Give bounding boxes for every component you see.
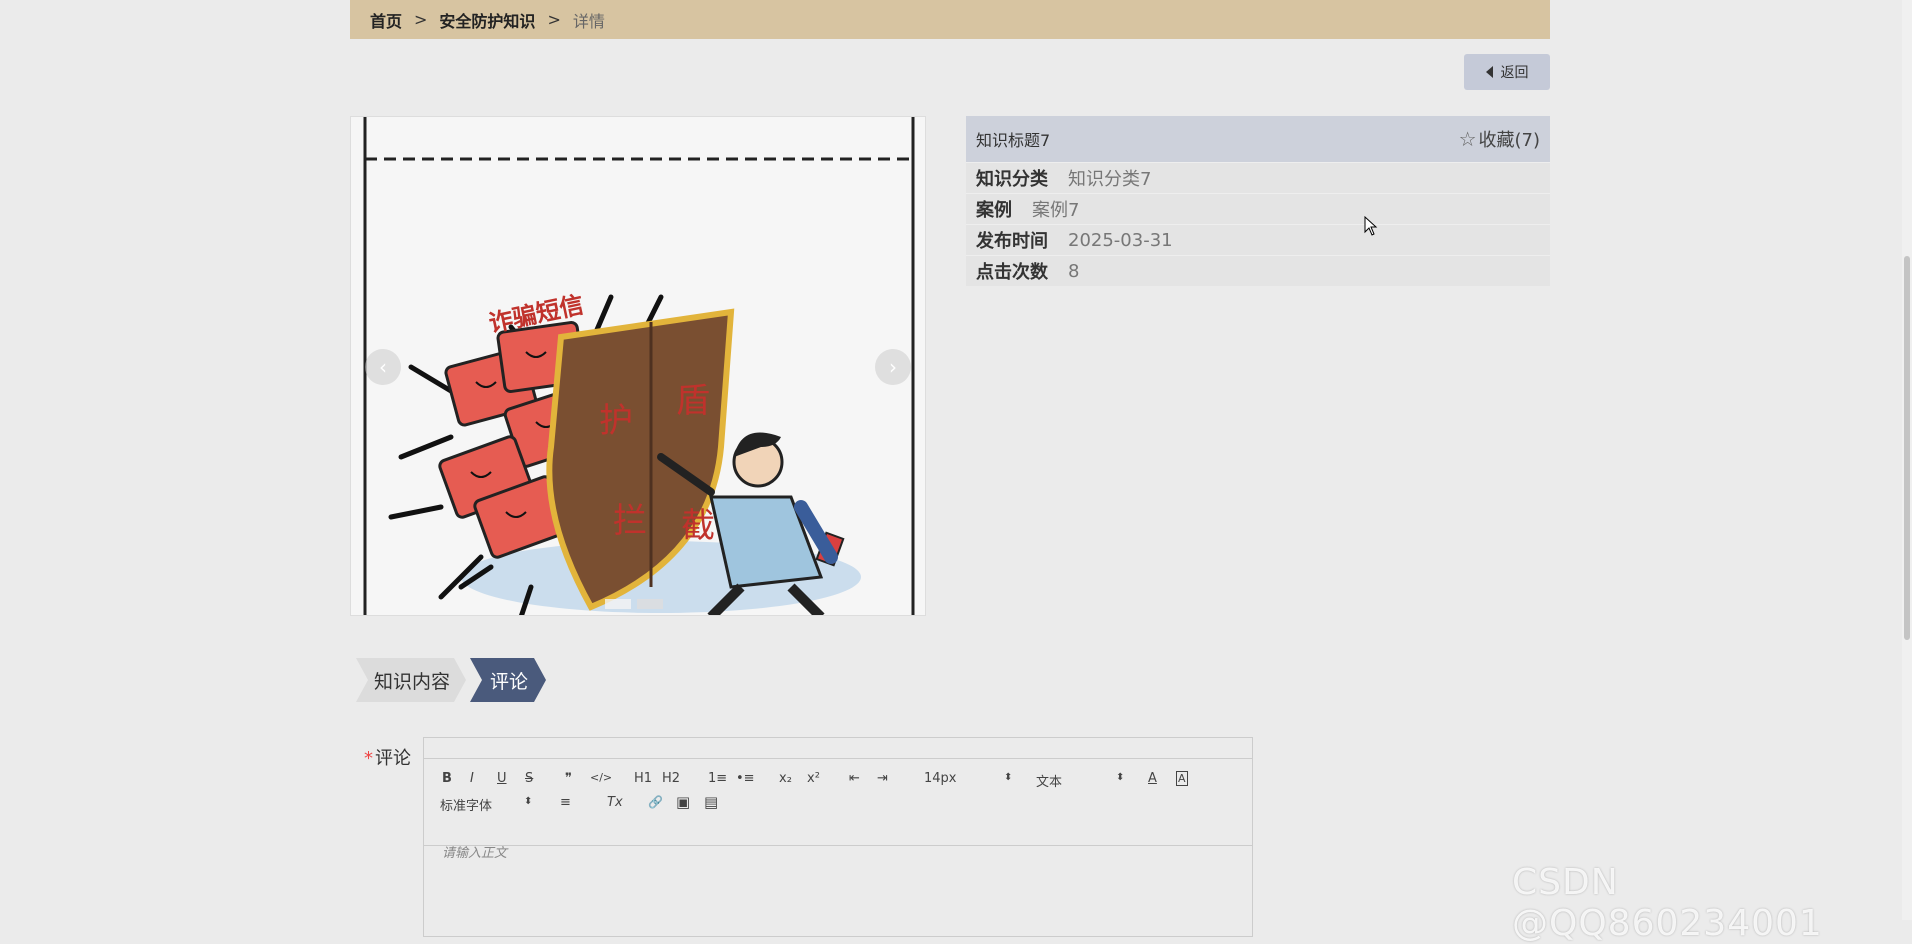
carousel-prev-button[interactable]: ‹ [365,349,401,385]
dropdown-arrow-icon: ⬍ [524,796,533,807]
font-size-value: 14px [924,771,957,786]
back-button-label: 返回 [1500,65,1529,81]
breadcrumb-section[interactable]: 安全防护知识 [439,8,535,32]
subscript-icon[interactable]: x₂ [779,771,792,786]
underline-button[interactable]: U [497,771,507,786]
image-carousel: 诈骗短信 护 盾 拦 截 ‹ › [350,116,926,616]
video-icon[interactable]: ▤ [704,793,718,811]
superscript-icon[interactable]: x² [807,771,820,786]
dropdown-arrow-icon: ⬍ [1116,772,1125,783]
back-button[interactable]: 返回 [1464,54,1550,90]
code-icon[interactable]: </> [590,771,612,784]
text-style-value: 文本 [1036,775,1063,790]
detail-label: 点击次数 [976,262,1048,283]
page-scrollbar[interactable] [1902,0,1912,920]
detail-row-publish-time: 发布时间 2025-03-31 [966,224,1550,255]
favorite-label: 收藏(7) [1478,130,1541,151]
dropdown-arrow-icon: ⬍ [1004,772,1013,783]
carousel-next-button[interactable]: › [875,349,911,385]
font-size-select[interactable]: 14px ⬍ [924,771,1014,786]
carousel-text-shield-2: 盾 [676,381,710,421]
favorite-button[interactable]: ☆ 收藏(7) [1459,126,1540,152]
heading2-button[interactable]: H2 [662,771,680,786]
text-style-select[interactable]: 文本 ⬍ [1036,771,1126,790]
caret-left-icon [1485,66,1493,78]
clear-format-icon[interactable]: Tx [607,795,623,810]
content-tabs: 知识内容 评论 [356,658,546,702]
font-family-select[interactable]: 标准字体 ⬍ [440,795,536,814]
strike-button[interactable]: S [525,771,533,786]
detail-row-category: 知识分类 知识分类7 [966,162,1550,193]
outdent-icon[interactable]: ⇤ [849,771,860,786]
comment-label: * 评论 [364,744,411,770]
scrollbar-thumb[interactable] [1904,256,1910,640]
image-icon[interactable]: ▣ [676,793,690,811]
detail-label: 发布时间 [976,231,1048,252]
indent-icon[interactable]: ⇥ [877,771,888,786]
detail-value: 8 [1068,260,1080,282]
bullet-list-icon[interactable]: •≡ [736,771,755,786]
link-icon[interactable]: 🔗 [648,795,663,809]
star-outline-icon: ☆ [1458,127,1477,151]
font-color-icon[interactable]: A [1148,771,1157,786]
comment-label-text: 评论 [375,748,411,769]
carousel-text-shield-3: 拦 [613,501,647,541]
detail-title: 知识标题7 [976,131,1051,150]
editor-toolbar: B I U S ❞ </> H1 H2 1≡ •≡ x₂ x² ⇤ ⇥ 14px… [424,758,1252,846]
carousel-text-shield-4: 截 [681,506,715,546]
italic-button[interactable]: I [470,771,474,786]
detail-value: 2025-03-31 [1068,229,1173,251]
carousel-text-shield-1: 护 [599,401,633,441]
breadcrumb-separator: > [547,10,561,29]
heading1-button[interactable]: H1 [634,771,652,786]
detail-value: 知识分类7 [1068,169,1152,190]
breadcrumb-separator: > [414,10,428,29]
align-icon[interactable]: ≡ [560,795,571,810]
chevron-right-icon: › [889,355,897,379]
detail-info-panel: 知识标题7 ☆ 收藏(7) 知识分类 知识分类7 案例 案例7 发布时间 202… [966,116,1550,286]
bold-button[interactable]: B [442,771,452,786]
breadcrumb-home[interactable]: 首页 [370,8,402,32]
carousel-indicator[interactable] [637,599,663,609]
breadcrumb: 首页 > 安全防护知识 > 详情 [350,0,1550,39]
detail-value: 案例7 [1032,200,1080,221]
comment-editor[interactable]: B I U S ❞ </> H1 H2 1≡ •≡ x₂ x² ⇤ ⇥ 14px… [423,737,1253,937]
blockquote-icon[interactable]: ❞ [565,771,572,786]
tab-knowledge-content[interactable]: 知识内容 [356,658,466,702]
carousel-image: 诈骗短信 护 盾 拦 截 [351,117,925,615]
font-family-value: 标准字体 [440,799,493,814]
chevron-left-icon: ‹ [379,355,387,379]
detail-header: 知识标题7 ☆ 收藏(7) [966,116,1550,162]
background-color-icon[interactable]: A [1176,771,1188,786]
carousel-indicator[interactable] [605,599,631,609]
detail-row-case: 案例 案例7 [966,193,1550,224]
required-mark: * [364,748,373,769]
carousel-indicators [605,599,663,609]
editor-placeholder[interactable]: 请输入正文 [442,842,507,861]
tab-comments[interactable]: 评论 [470,658,546,702]
detail-row-click-count: 点击次数 8 [966,255,1550,286]
breadcrumb-current: 详情 [572,11,605,31]
detail-label: 知识分类 [976,169,1048,190]
ordered-list-icon[interactable]: 1≡ [708,771,727,786]
watermark: CSDN @QQ860234001 [1512,862,1823,944]
detail-label: 案例 [976,200,1012,221]
mouse-pointer-icon [1364,216,1378,236]
